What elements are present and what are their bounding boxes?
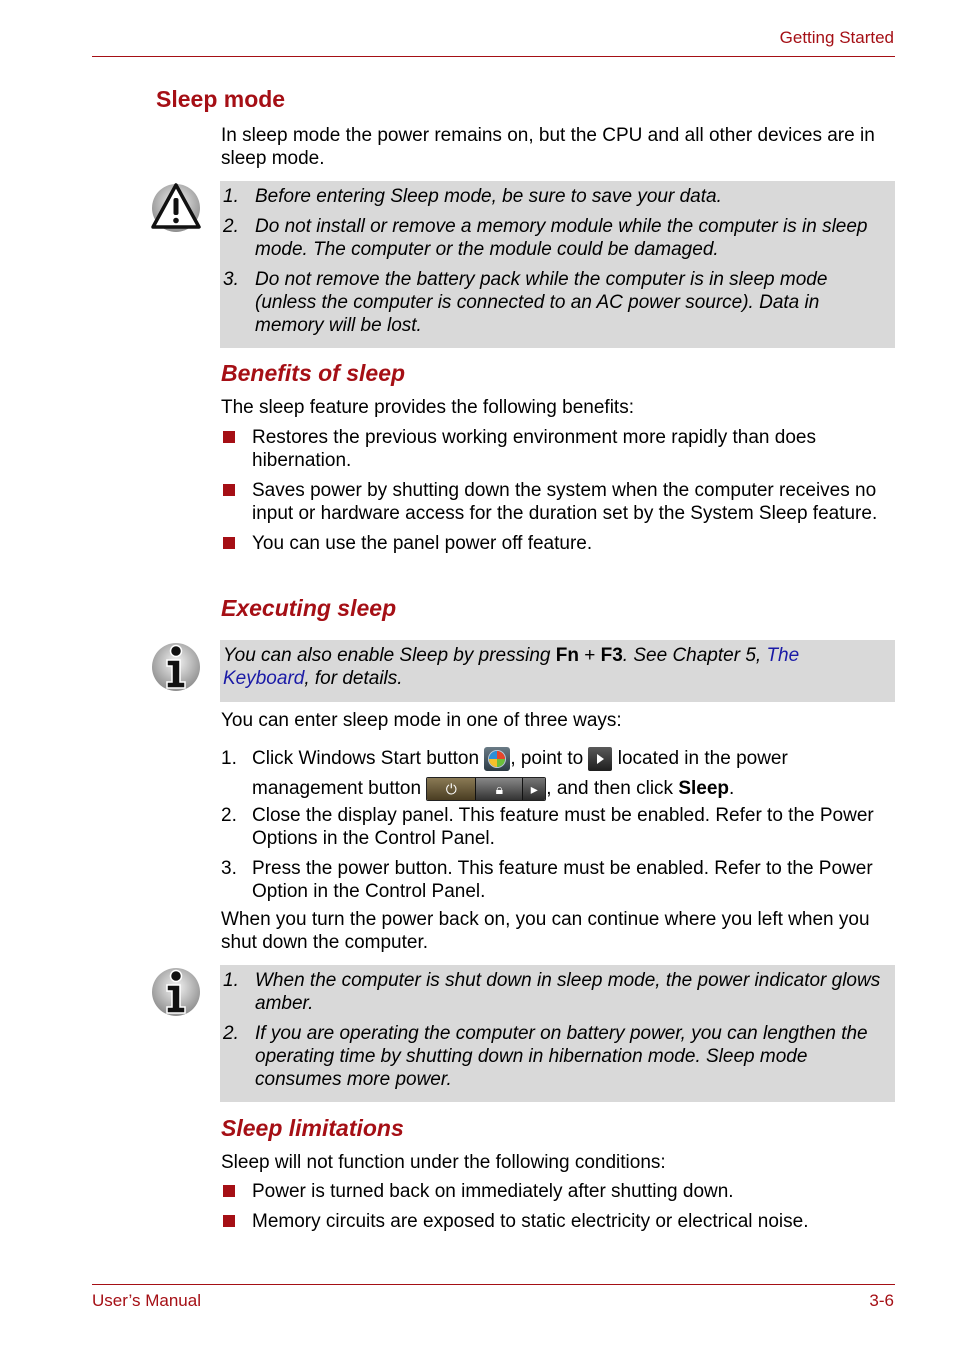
info-icon (150, 641, 202, 693)
note-item: 2. If you are operating the computer on b… (223, 1022, 889, 1091)
benefits-list: Restores the previous working environmen… (221, 426, 896, 562)
limitations-intro: Sleep will not function under the follow… (221, 1152, 666, 1173)
key-fn: Fn (555, 645, 579, 666)
benefits-heading: Benefits of sleep (221, 360, 406, 386)
step-text: Close the display panel. This feature mu… (252, 805, 874, 849)
list-item: Restores the previous working environmen… (221, 426, 896, 472)
note-text: . See Chapter 5, (622, 645, 767, 666)
info-note-2: 1. When the computer is shut down in slee… (220, 965, 895, 1102)
caution-note: 1. Before entering Sleep mode, be sure to… (220, 181, 895, 348)
executing-heading: Executing sleep (221, 595, 397, 621)
item-text: Do not remove the battery pack while the… (255, 269, 828, 336)
bullet-icon (223, 1185, 235, 1197)
steps-list-continued: 2. Close the display panel. This feature … (221, 804, 896, 910)
header-rule (92, 56, 895, 57)
bullet-icon (223, 484, 235, 496)
warning-icon (150, 182, 202, 234)
item-number: 2. (223, 1023, 239, 1044)
plus-sign: + (578, 645, 601, 666)
item-number: 1. (223, 970, 239, 991)
item-text: If you are operating the computer on bat… (255, 1023, 868, 1090)
bullet-icon (223, 431, 235, 443)
key-f3: F3 (600, 645, 623, 666)
item-text: Before entering Sleep mode, be sure to s… (255, 186, 722, 207)
arrow-right-icon (588, 746, 613, 771)
step-item: 1. Click Windows Start button , point to … (221, 744, 896, 804)
item-text: Power is turned back on immediately afte… (252, 1181, 734, 1202)
item-number: 3. (223, 269, 239, 290)
limitations-heading: Sleep limitations (221, 1115, 404, 1141)
item-text: Saves power by shutting down the system … (252, 480, 878, 524)
note-text: , for details. (304, 668, 403, 689)
steps-list: 1. Click Windows Start button , point to … (221, 744, 896, 804)
step-text: Press the power button. This feature mus… (252, 858, 873, 902)
page-number: 3-6 (869, 1291, 894, 1310)
list-item: You can use the panel power off feature. (221, 532, 896, 555)
bullet-icon (223, 537, 235, 549)
item-number: 2. (223, 216, 239, 237)
bullet-icon (223, 1215, 235, 1227)
caution-item: 2. Do not install or remove a memory modu… (223, 215, 889, 261)
lock-icon: 🔒︎ (475, 777, 523, 800)
power-management-button: ⏻ 🔒︎ ▸ (426, 776, 547, 801)
item-number: 1. (223, 186, 239, 207)
power-icon: ⏻ (427, 777, 476, 800)
benefits-intro: The sleep feature provides the following… (221, 397, 634, 418)
limitations-list: Power is turned back on immediately afte… (221, 1180, 896, 1240)
intro-paragraph: In sleep mode the power remains on, but … (221, 125, 875, 169)
info-icon (150, 966, 202, 1018)
step-text: . (729, 778, 735, 799)
item-text: Memory circuits are exposed to static el… (252, 1211, 809, 1232)
list-item: Power is turned back on immediately afte… (221, 1180, 896, 1203)
step-text: , point to (510, 748, 589, 769)
info-note: You can also enable Sleep by pressing Fn… (220, 640, 895, 702)
item-text: Restores the previous working environmen… (252, 427, 816, 471)
running-header: Getting Started (779, 28, 894, 47)
executing-intro: You can enter sleep mode in one of three… (221, 710, 622, 731)
after-paragraph: When you turn the power back on, you can… (221, 909, 870, 953)
arrow-right-icon: ▸ (522, 777, 546, 800)
item-number: 3. (221, 858, 237, 879)
item-text: Do not install or remove a memory module… (255, 216, 868, 260)
list-item: Saves power by shutting down the system … (221, 479, 896, 525)
step-item: 2. Close the display panel. This feature … (221, 804, 896, 850)
footer-rule (92, 1284, 895, 1285)
item-number: 2. (221, 805, 237, 826)
sleep-label: Sleep (678, 778, 730, 799)
windows-start-icon (484, 746, 511, 771)
step-item: 3. Press the power button. This feature m… (221, 857, 896, 903)
note-item: 1. When the computer is shut down in slee… (223, 969, 889, 1015)
step-text: Click Windows Start button (252, 748, 485, 769)
item-number: 1. (221, 748, 237, 769)
caution-item: 3. Do not remove the battery pack while t… (223, 268, 889, 337)
footer-manual: User’s Manual (92, 1291, 201, 1310)
item-text: When the computer is shut down in sleep … (255, 970, 881, 1014)
list-item: Memory circuits are exposed to static el… (221, 1210, 896, 1233)
step-text: , and then click (546, 778, 679, 799)
item-text: You can use the panel power off feature. (252, 533, 593, 554)
caution-item: 1. Before entering Sleep mode, be sure to… (223, 185, 889, 208)
note-text: You can also enable Sleep by pressing (223, 645, 556, 666)
section-title: Sleep mode (156, 86, 286, 112)
